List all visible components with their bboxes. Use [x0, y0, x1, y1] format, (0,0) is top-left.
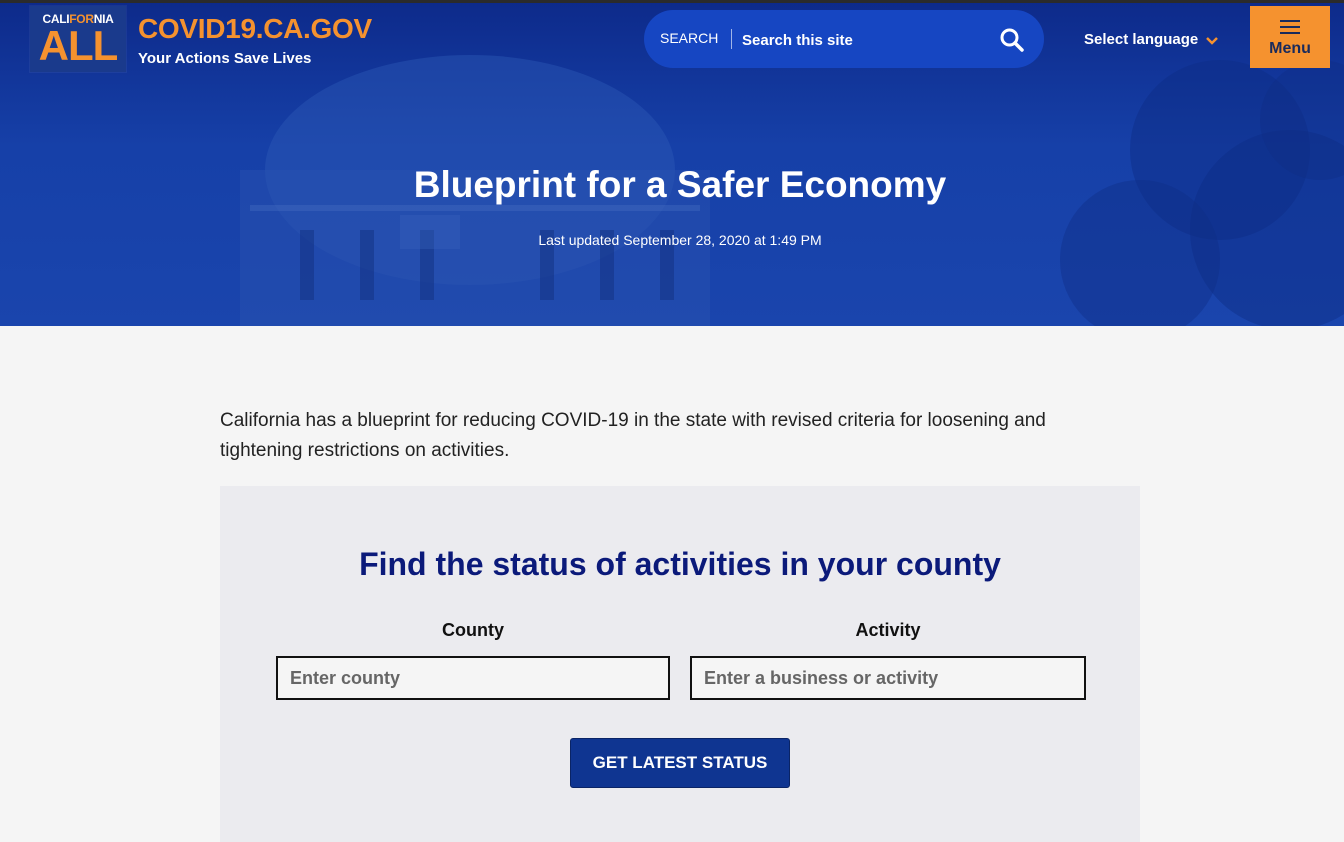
hamburger-icon [1280, 20, 1300, 34]
get-latest-status-button[interactable]: GET LATEST STATUS [570, 738, 790, 788]
site-search: SEARCH [644, 10, 1044, 68]
california-all-logo[interactable]: CALIFORNIA ALL [30, 6, 126, 72]
search-divider [731, 29, 732, 49]
activity-label: Activity [855, 620, 921, 640]
county-label: County [442, 620, 504, 640]
county-status-finder: Find the status of activities in your co… [220, 486, 1140, 842]
search-label: SEARCH [660, 30, 719, 46]
finder-title: Find the status of activities in your co… [359, 546, 1001, 582]
menu-button[interactable]: Menu [1250, 6, 1330, 68]
select-language-button[interactable]: Select language [1084, 31, 1198, 48]
menu-label: Menu [1269, 40, 1311, 57]
page-title: Blueprint for a Safer Economy [413, 164, 947, 205]
county-input[interactable] [276, 656, 670, 700]
chevron-down-icon[interactable] [1205, 36, 1219, 46]
site-tagline: Your Actions Save Lives [138, 50, 312, 67]
search-input[interactable] [740, 24, 984, 56]
site-name-link[interactable]: COVID19.CA.GOV [138, 13, 372, 45]
search-icon[interactable] [998, 26, 1026, 54]
last-updated: Last updated September 28, 2020 at 1:49 … [538, 232, 822, 248]
logo-main-text: ALL [38, 22, 119, 69]
intro-paragraph: California has a blueprint for reducing … [220, 410, 1046, 461]
page-header: CALIFORNIA ALL COVID19.CA.GOV Your Actio… [0, 0, 1344, 326]
activity-input[interactable] [690, 656, 1086, 700]
